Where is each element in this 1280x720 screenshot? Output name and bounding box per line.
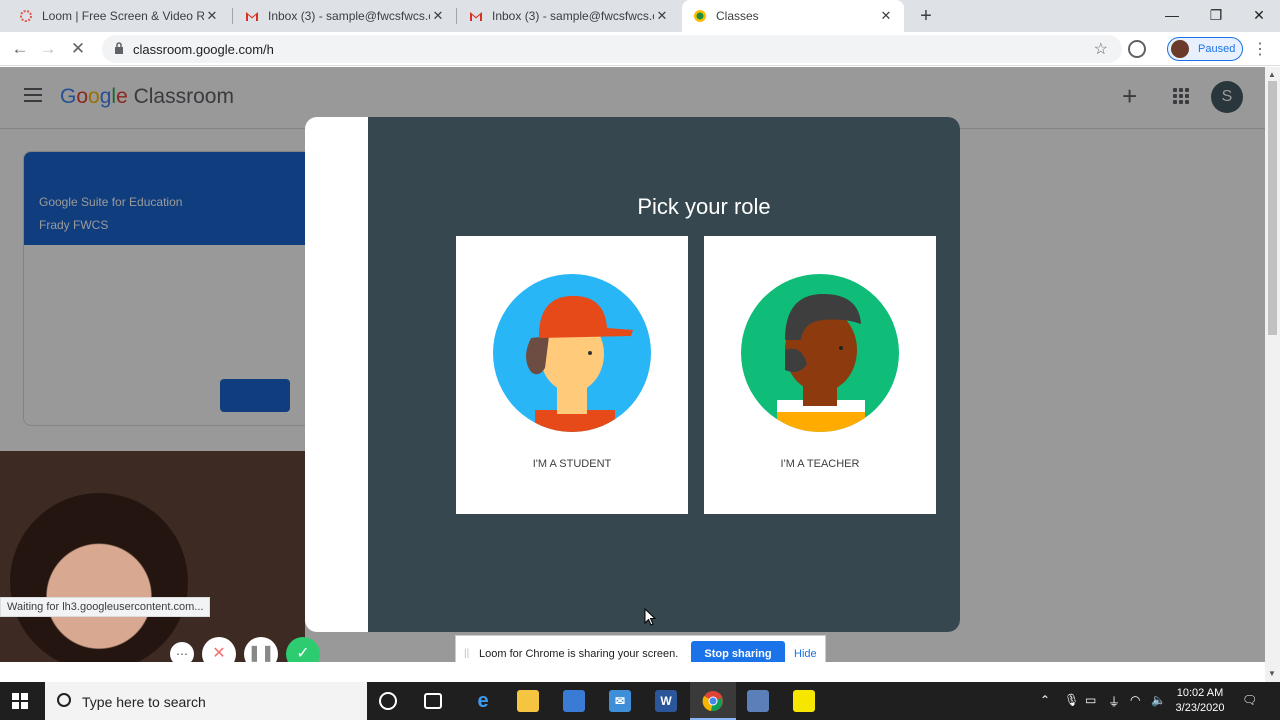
clock-date: 3/23/2020: [1175, 702, 1225, 714]
new-tab-button[interactable]: +: [914, 4, 938, 28]
cancel-recording-icon[interactable]: ✕: [202, 637, 236, 662]
browser-toolbar: ← → ✕ classroom.google.com/h ☆ Paused ⋮: [0, 32, 1280, 66]
scrollbar-thumb[interactable]: [1268, 81, 1277, 335]
page-content: Google Classroom + S Google Suite for Ed…: [0, 67, 1265, 662]
stop-sharing-button[interactable]: Stop sharing: [691, 641, 785, 662]
pause-recording-icon[interactable]: ❚❚: [244, 637, 278, 662]
reload-icon[interactable]: ✕: [65, 36, 91, 62]
teacher-label: I'M A TEACHER: [780, 458, 860, 470]
tab-divider: [232, 8, 233, 24]
word-icon[interactable]: W: [655, 690, 677, 712]
file-explorer-icon[interactable]: [517, 690, 539, 712]
tab-title: Classes: [716, 9, 759, 23]
classroom-icon: [692, 8, 708, 24]
profile-button[interactable]: Paused: [1167, 37, 1243, 61]
cortana-icon[interactable]: [379, 692, 397, 710]
gmail-icon: [244, 8, 260, 24]
finish-recording-icon[interactable]: ✓: [286, 637, 320, 662]
tab-classes[interactable]: Classes ✕: [682, 0, 904, 32]
search-icon: [57, 693, 71, 707]
windows-start-icon[interactable]: [12, 693, 28, 709]
edge-icon[interactable]: e: [472, 690, 494, 712]
loom-controls: ⋯ ✕ ❚❚ ✓: [170, 637, 320, 662]
close-tab-icon[interactable]: ✕: [204, 8, 220, 24]
tab-loom[interactable]: Loom | Free Screen & Video Rec ✕: [8, 0, 230, 32]
scroll-down-icon[interactable]: ▼: [1268, 669, 1276, 678]
store-icon[interactable]: [563, 690, 585, 712]
teacher-role-card[interactable]: I'M A TEACHER: [704, 236, 936, 514]
notifications-icon[interactable]: 🗨: [1242, 693, 1257, 707]
loom-extension-icon[interactable]: [1128, 40, 1146, 58]
webcam-face: [10, 493, 188, 662]
drag-handle-icon[interactable]: ||: [464, 648, 469, 659]
scroll-up-icon[interactable]: ▲: [1268, 70, 1276, 79]
teacher-icon: [741, 274, 899, 432]
chrome-taskbar-item[interactable]: [690, 682, 736, 720]
gmail-icon: [468, 8, 484, 24]
tab-title: Loom | Free Screen & Video Rec: [42, 9, 204, 23]
profile-status: Paused: [1198, 43, 1236, 55]
student-icon: [493, 274, 651, 432]
avatar: [1171, 40, 1189, 58]
tab-inbox-1[interactable]: Inbox (3) - sample@fwcsfwcs.org ✕: [234, 0, 456, 32]
minimize-button[interactable]: —: [1150, 0, 1194, 32]
tab-strip: Loom | Free Screen & Video Rec ✕ Inbox (…: [0, 0, 1280, 32]
wifi-icon[interactable]: ◠: [1130, 693, 1140, 707]
clock-time: 10:02 AM: [1176, 687, 1224, 699]
chrome-icon: [702, 691, 723, 712]
mail-icon[interactable]: ✉: [609, 690, 631, 712]
back-button[interactable]: ←: [7, 36, 33, 62]
student-label: I'M A STUDENT: [532, 458, 612, 470]
screen-share-bar: || Loom for Chrome is sharing your scree…: [455, 635, 826, 662]
close-tab-icon[interactable]: ✕: [430, 8, 446, 24]
student-role-card[interactable]: I'M A STUDENT: [456, 236, 688, 514]
status-bubble: Waiting for lh3.googleusercontent.com...: [0, 597, 211, 617]
close-tab-icon[interactable]: ✕: [878, 8, 894, 24]
tab-title: Inbox (3) - sample@fwcsfwcs.org: [492, 9, 654, 23]
battery-icon[interactable]: ▭: [1085, 693, 1096, 707]
more-vert-icon[interactable]: ⋮: [1252, 39, 1268, 59]
pick-role-dialog: Pick your role I'M A STUDENT I'M A TEACH…: [305, 117, 960, 632]
tab-divider: [456, 8, 457, 24]
tab-title: Inbox (3) - sample@fwcsfwcs.org: [268, 9, 430, 23]
restore-button[interactable]: ❐: [1194, 0, 1238, 32]
control-panel-icon[interactable]: [747, 690, 769, 712]
webcam-bubble: [0, 451, 305, 662]
tab-inbox-2[interactable]: Inbox (3) - sample@fwcsfwcs.org ✕: [458, 0, 680, 32]
star-icon[interactable]: ☆: [1094, 39, 1108, 59]
chevron-up-icon[interactable]: ⌃: [1040, 693, 1050, 707]
share-message: Loom for Chrome is sharing your screen.: [479, 648, 679, 660]
url-text: classroom.google.com/h: [133, 42, 274, 57]
task-view-icon[interactable]: [424, 693, 442, 709]
close-tab-icon[interactable]: ✕: [654, 8, 670, 24]
loom-icon: [18, 8, 34, 24]
close-window-button[interactable]: ✕: [1237, 0, 1280, 32]
hide-button[interactable]: Hide: [794, 648, 817, 660]
address-bar[interactable]: classroom.google.com/h ☆: [102, 35, 1122, 63]
mouse-cursor-icon: [644, 608, 656, 626]
power-icon[interactable]: ⏚: [1108, 693, 1120, 710]
microphone-icon[interactable]: 🎙: [1064, 693, 1079, 707]
system-clock[interactable]: 10:02 AM 3/23/2020: [1162, 686, 1238, 716]
dialog-title: Pick your role: [637, 194, 771, 219]
forward-button[interactable]: →: [35, 36, 61, 62]
windows-taskbar: Type here to search e ✉ W ⌃ 🎙 ▭ ⏚ ◠ 🔈 10…: [0, 682, 1280, 720]
sticky-notes-icon[interactable]: [793, 690, 815, 712]
search-placeholder: Type here to search: [82, 694, 206, 710]
lock-icon: [115, 42, 123, 54]
page-scrollbar[interactable]: ▲ ▼: [1265, 67, 1280, 682]
more-options-icon[interactable]: ⋯: [170, 642, 194, 662]
taskbar-search[interactable]: Type here to search: [45, 682, 367, 720]
